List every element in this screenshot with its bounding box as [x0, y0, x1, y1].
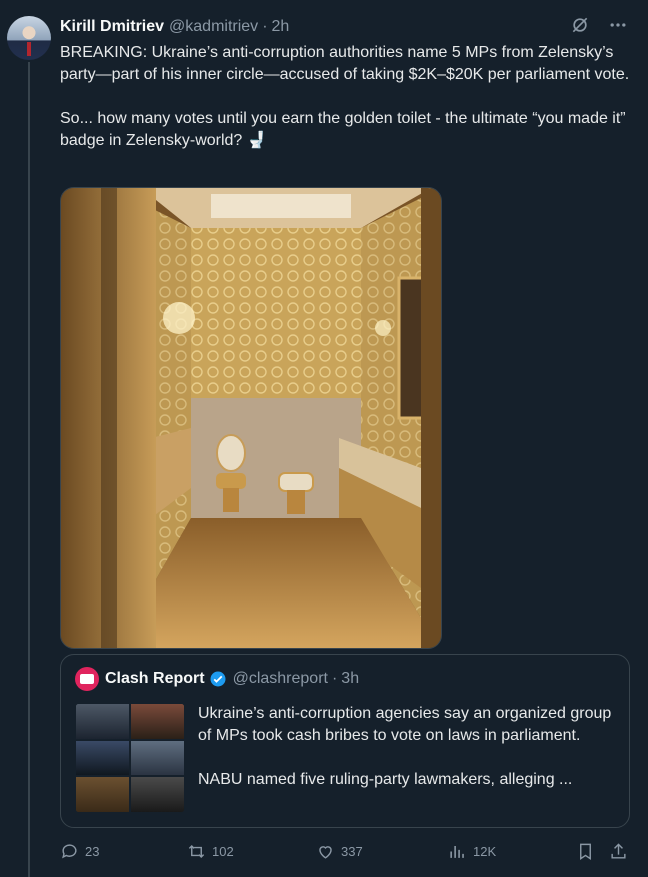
heart-icon — [319, 846, 332, 859]
views-chart-icon — [450, 845, 464, 858]
quote-separator-dot: · — [331, 670, 338, 687]
bookmark-icon — [580, 843, 591, 860]
quote-text: Ukraine’s anti-corruption agencies say a… — [198, 705, 612, 788]
more-options-icon[interactable] — [608, 15, 628, 35]
share-button[interactable] — [609, 842, 628, 861]
grok-icon[interactable] — [570, 15, 590, 35]
tweet-photo-golden-bathroom[interactable] — [60, 187, 442, 649]
quote-author-name: Clash Report — [105, 670, 205, 687]
tweet-text: BREAKING: Ukraine’s anti-corruption auth… — [60, 44, 630, 149]
quote-author-handle: @clashreport — [232, 670, 328, 687]
like-button[interactable]: 337 — [316, 842, 363, 861]
quote-thumbnail — [75, 703, 185, 813]
reply-icon — [62, 844, 77, 859]
quoted-tweet[interactable]: Clash Report @clashreport · 3h Ukraine’s… — [60, 654, 630, 828]
author-name[interactable]: Kirill Dmitriev — [60, 18, 164, 36]
repost-button[interactable]: 102 — [187, 842, 234, 861]
thread-line — [28, 62, 30, 877]
action-bar: 23 102 337 12K — [60, 838, 632, 866]
reply-button[interactable]: 23 — [60, 842, 99, 861]
like-count: 337 — [341, 844, 363, 859]
repost-count: 102 — [212, 844, 234, 859]
share-icon — [611, 843, 626, 859]
author-handle[interactable]: @kadmitriev — [169, 18, 258, 36]
views-button[interactable]: 12K — [448, 842, 496, 861]
tweet-header: Kirill Dmitriev @kadmitriev · 2h — [60, 15, 628, 39]
quote-timestamp: 3h — [341, 670, 360, 687]
verified-badge-icon — [210, 671, 226, 687]
repost-icon — [188, 844, 205, 859]
timestamp[interactable]: 2h — [272, 18, 290, 36]
avatar[interactable] — [7, 16, 51, 60]
bookmark-button[interactable] — [576, 842, 595, 861]
reply-count: 23 — [85, 844, 100, 859]
separator-dot: · — [262, 18, 268, 35]
clash-report-logo-icon[interactable] — [75, 667, 99, 691]
views-count: 12K — [473, 844, 497, 859]
